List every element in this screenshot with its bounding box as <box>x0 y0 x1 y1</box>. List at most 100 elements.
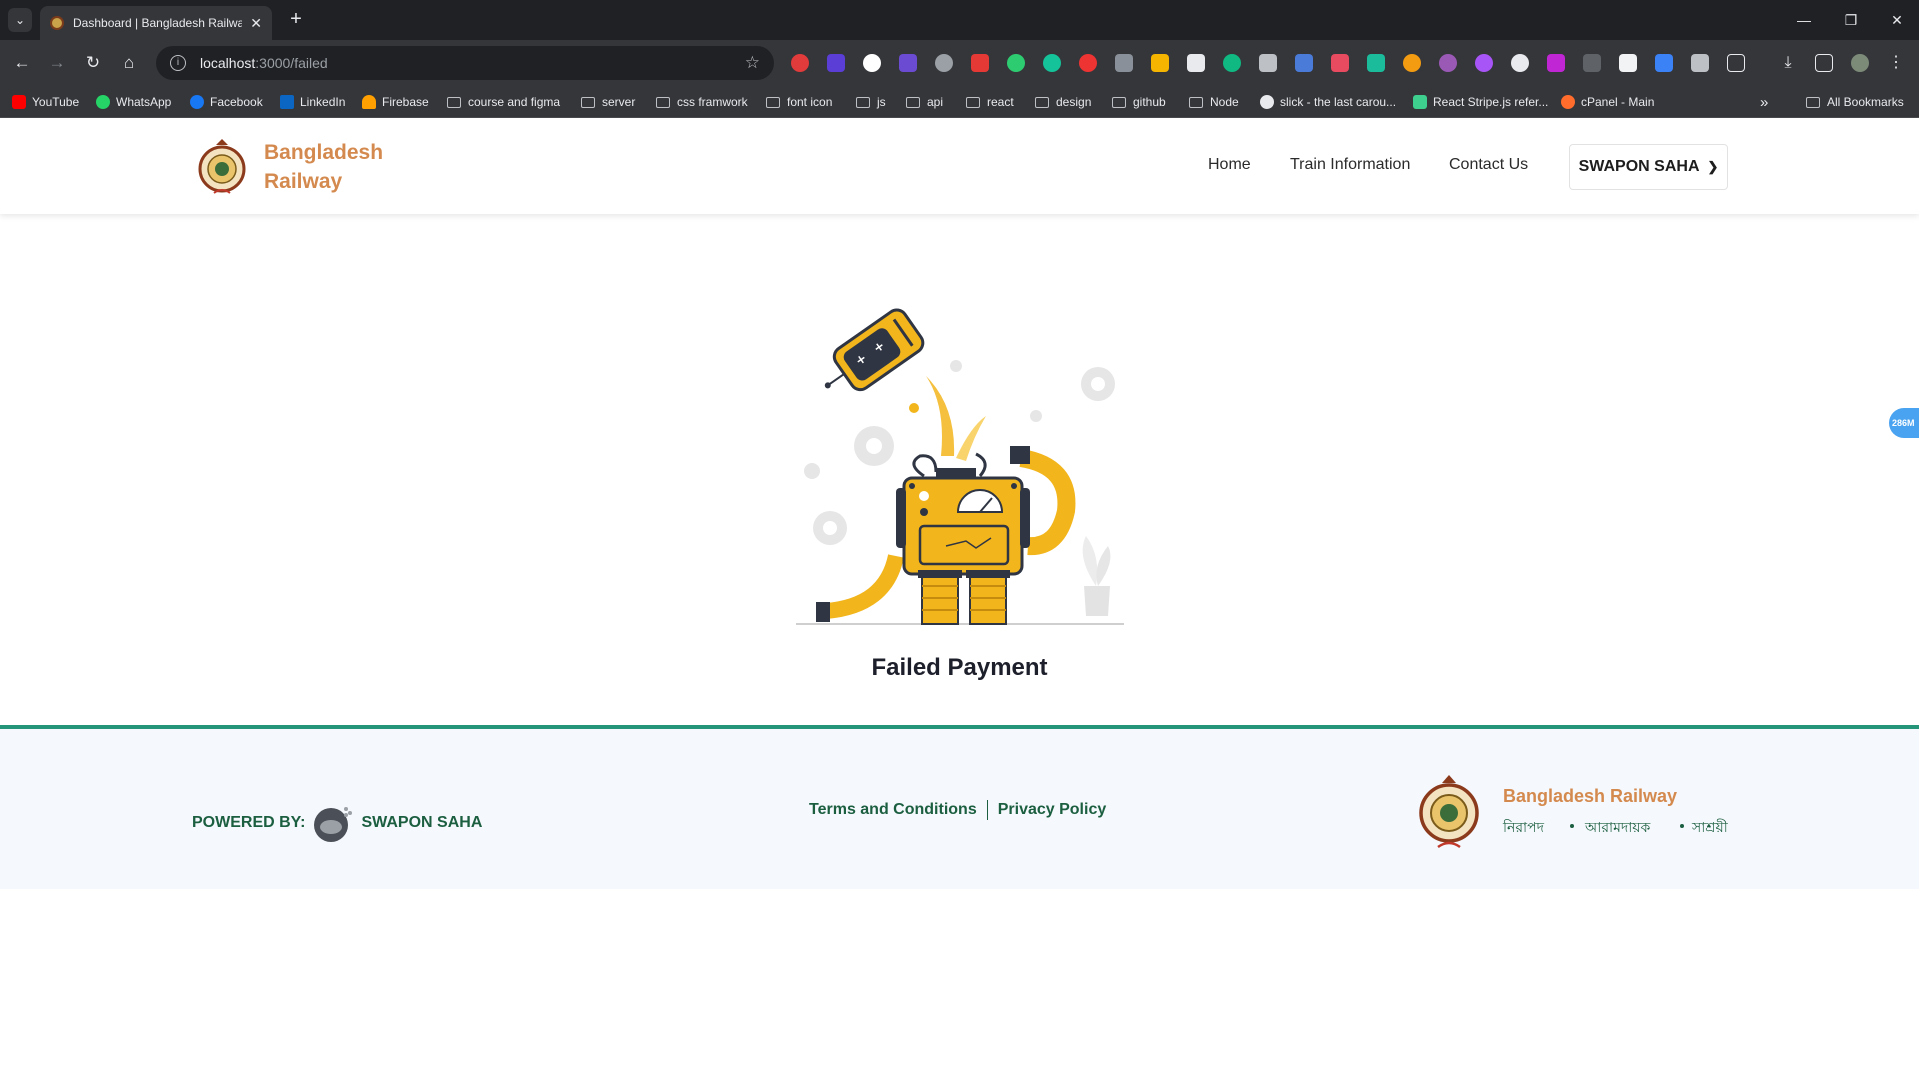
bookmark-label: react <box>987 95 1014 109</box>
extension-22-icon[interactable] <box>1547 54 1565 72</box>
link-divider <box>986 800 988 820</box>
bookmark-whatsapp[interactable]: WhatsApp <box>96 93 171 111</box>
extension-12-icon[interactable] <box>1187 54 1205 72</box>
bookmark-folder-js[interactable]: js <box>856 93 886 111</box>
terms-link[interactable]: Terms and Conditions <box>809 801 977 819</box>
extension-2-icon[interactable] <box>827 54 845 72</box>
privacy-link[interactable]: Privacy Policy <box>998 801 1107 819</box>
home-button[interactable]: ⌂ <box>116 50 142 76</box>
tab-close-icon[interactable]: ✕ <box>250 15 262 32</box>
page-viewport: Bangladesh Railway Home Train Informatio… <box>0 118 1919 1079</box>
reload-button[interactable]: ↻ <box>80 50 106 76</box>
bookmark-slick[interactable]: slick - the last carou... <box>1260 93 1396 111</box>
minimize-button[interactable]: — <box>1784 6 1824 34</box>
eyedropper-icon[interactable] <box>1691 54 1709 72</box>
memory-badge-label: 286M <box>1892 418 1915 428</box>
restore-button[interactable]: ❐ <box>1831 6 1871 34</box>
extension-16-icon[interactable] <box>1331 54 1349 72</box>
extension-18-icon[interactable] <box>1403 54 1421 72</box>
side-panel-icon[interactable] <box>1815 54 1833 72</box>
address-bar[interactable]: i localhost:3000/failed ☆ <box>156 46 774 80</box>
youtube-icon <box>12 95 26 109</box>
bookmark-label: React Stripe.js refer... <box>1433 95 1549 109</box>
bookmark-folder-github[interactable]: github <box>1112 93 1166 111</box>
nav-train-information[interactable]: Train Information <box>1290 156 1410 174</box>
extension-25-icon[interactable] <box>1655 54 1673 72</box>
forward-button[interactable]: → <box>44 50 70 76</box>
bookmark-label: LinkedIn <box>300 95 346 109</box>
bookmark-cpanel[interactable]: cPanel - Main <box>1561 93 1654 111</box>
railway-logo-icon[interactable] <box>198 137 246 197</box>
extension-14-icon[interactable] <box>1259 54 1277 72</box>
extension-7-icon[interactable] <box>1007 54 1025 72</box>
tab-search-button[interactable]: ⌄ <box>8 8 32 32</box>
back-button[interactable]: ← <box>9 50 35 76</box>
bookmark-folder-server[interactable]: server <box>581 93 635 111</box>
nav-home[interactable]: Home <box>1208 156 1251 174</box>
all-bookmarks-button[interactable]: All Bookmarks <box>1806 93 1904 111</box>
profile-avatar-icon[interactable] <box>1851 54 1869 72</box>
bookmark-firebase[interactable]: Firebase <box>362 93 429 111</box>
folder-icon <box>766 96 780 108</box>
bookmark-star-icon[interactable]: ☆ <box>745 53 760 73</box>
new-tab-button[interactable]: + <box>284 8 308 32</box>
tab-title: Dashboard | Bangladesh Railwa <box>73 16 243 30</box>
url-path: :3000/failed <box>255 55 328 71</box>
bookmark-react-stripe[interactable]: React Stripe.js refer... <box>1413 93 1548 111</box>
extension-15-icon[interactable] <box>1295 54 1313 72</box>
extension-13-icon[interactable] <box>1223 54 1241 72</box>
extension-11-icon[interactable] <box>1151 54 1169 72</box>
downloads-icon[interactable]: ⤓ <box>1779 54 1797 72</box>
site-info-icon[interactable]: i <box>170 55 186 71</box>
extension-17-icon[interactable] <box>1367 54 1385 72</box>
extension-23-icon[interactable] <box>1583 54 1601 72</box>
brand-name[interactable]: Bangladesh Railway <box>264 138 404 196</box>
cpanel-icon <box>1561 95 1575 109</box>
bookmark-folder-node[interactable]: Node <box>1189 93 1239 111</box>
user-menu-button[interactable]: SWAPON SAHA ❯ <box>1569 144 1728 190</box>
tagline-economical: সাশ্রয়ী <box>1692 819 1728 835</box>
bookmark-youtube[interactable]: YouTube <box>12 93 79 111</box>
extension-6-icon[interactable] <box>971 54 989 72</box>
bookmark-folder-design[interactable]: design <box>1035 93 1091 111</box>
bookmark-linkedin[interactable]: LinkedIn <box>280 93 345 111</box>
bookmark-label: font icon <box>787 95 833 109</box>
browser-menu-icon[interactable]: ⋮ <box>1887 54 1905 72</box>
bookmark-label: js <box>877 95 886 109</box>
extension-20-icon[interactable] <box>1475 54 1493 72</box>
extension-9-icon[interactable] <box>1079 54 1097 72</box>
broken-robot-illustration <box>796 308 1124 625</box>
grammarly-icon[interactable] <box>1043 54 1061 72</box>
bookmarks-bar: YouTube WhatsApp Facebook LinkedIn Fireb… <box>0 86 1919 118</box>
extension-10-icon[interactable] <box>1115 54 1133 72</box>
extension-4-icon[interactable] <box>899 54 917 72</box>
bookmark-folder-react[interactable]: react <box>966 93 1014 111</box>
tagline-safe: নিরাপদ <box>1503 819 1544 835</box>
bookmark-label: cPanel - Main <box>1581 95 1655 109</box>
close-window-button[interactable]: ✕ <box>1877 6 1917 34</box>
bookmark-facebook[interactable]: Facebook <box>190 93 263 111</box>
folder-icon <box>447 96 461 108</box>
bookmark-label: WhatsApp <box>116 95 172 109</box>
nav-contact-us[interactable]: Contact Us <box>1449 156 1528 174</box>
bookmark-folder-course-and-figma[interactable]: course and figma <box>447 93 560 111</box>
bookmark-label: Node <box>1210 95 1239 109</box>
extension-1-icon[interactable] <box>791 54 809 72</box>
bookmark-folder-api[interactable]: api <box>906 93 943 111</box>
extensions-puzzle-icon[interactable] <box>1727 54 1745 72</box>
bookmark-label: slick - the last carou... <box>1280 95 1397 109</box>
bookmark-folder-css-framwork[interactable]: css framwork <box>656 93 748 111</box>
bookmark-folder-font-icon[interactable]: font icon <box>766 93 832 111</box>
extension-5-icon[interactable] <box>935 54 953 72</box>
extension-21-icon[interactable] <box>1511 54 1529 72</box>
bookmark-label: Facebook <box>210 95 263 109</box>
extension-3-icon[interactable] <box>863 54 881 72</box>
powered-by-label: POWERED BY: <box>192 814 306 831</box>
browser-tab-active[interactable]: Dashboard | Bangladesh Railwa ✕ <box>40 6 272 40</box>
railway-favicon-icon <box>50 16 64 30</box>
developer-name[interactable]: SWAPON SAHA <box>361 814 482 832</box>
floating-memory-badge[interactable]: 286M <box>1889 408 1919 438</box>
extension-19-icon[interactable] <box>1439 54 1457 72</box>
bookmarks-overflow-button[interactable]: » <box>1760 93 1768 111</box>
extension-24-icon[interactable] <box>1619 54 1637 72</box>
